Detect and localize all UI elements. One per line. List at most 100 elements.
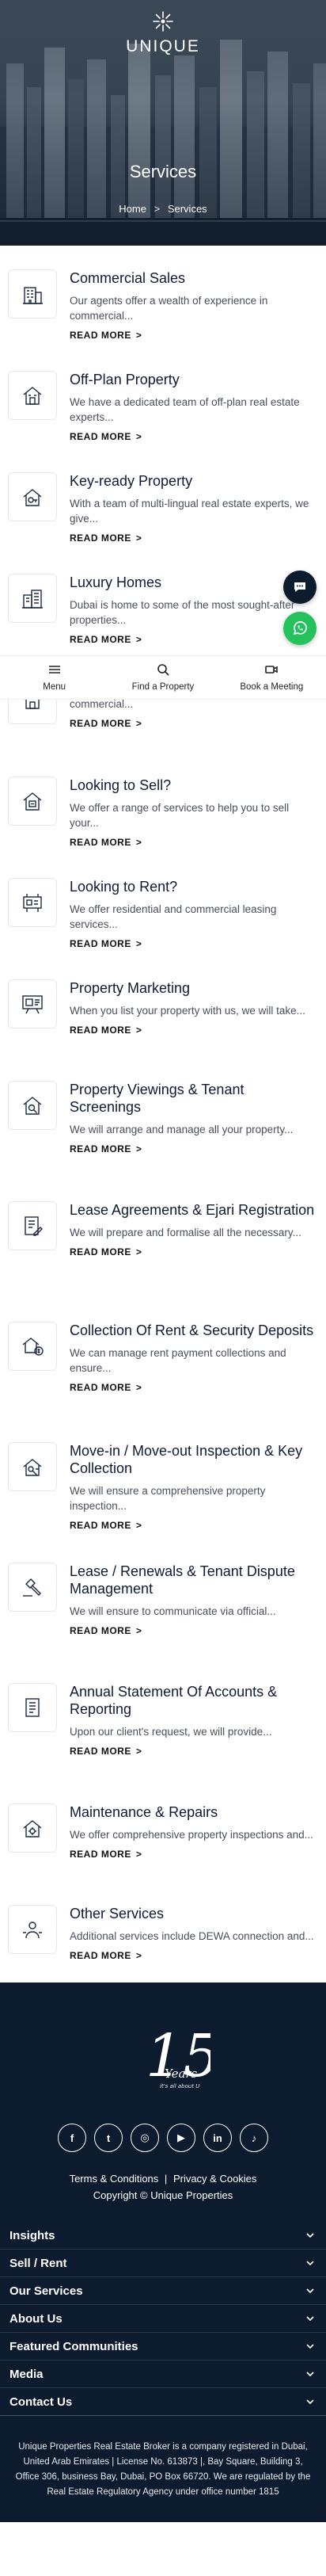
chevron-right-icon: > <box>135 1246 142 1257</box>
search-icon <box>157 664 169 676</box>
service-description: With a team of multi-lingual real estate… <box>70 498 309 525</box>
brand-name: UNIQUE <box>126 37 200 55</box>
service-description: We offer a range of services to help you… <box>70 802 290 829</box>
service-description: We offer comprehensive property inspecti… <box>70 1829 313 1841</box>
chat-button[interactable] <box>283 571 317 604</box>
read-more-link[interactable]: READ MORE > <box>70 1849 142 1860</box>
chevron-right-icon: > <box>135 1950 142 1961</box>
service-title[interactable]: Lease / Renewals & Tenant Dispute Manage… <box>70 1563 315 1597</box>
service-title[interactable]: Looking to Sell? <box>70 777 315 794</box>
chevron-right-icon: > <box>135 718 142 729</box>
accordion-insights[interactable]: Insights <box>0 2222 326 2250</box>
service-title[interactable]: Move-in / Move-out Inspection & Key Coll… <box>70 1442 315 1477</box>
service-description: We will arrange and manage all your prop… <box>70 1124 294 1135</box>
chevron-right-icon: > <box>135 431 142 442</box>
whatsapp-icon <box>293 621 307 635</box>
video-camera-icon <box>265 666 279 674</box>
site-footer: 15 Years it's all about U f t ◎ ▶ in ♪ T… <box>0 1983 326 2522</box>
read-more-link[interactable]: READ MORE > <box>70 718 142 729</box>
read-more-link[interactable]: READ MORE > <box>70 1143 142 1154</box>
service-item-lease-agreements: Lease Agreements & Ejari Registration We… <box>8 1177 315 1298</box>
find-property-label: Find a Property <box>131 682 195 692</box>
chevron-right-icon: > <box>135 1625 142 1636</box>
read-more-link[interactable]: READ MORE > <box>70 1746 142 1757</box>
breadcrumb-home-link[interactable]: Home <box>119 203 146 215</box>
chevron-right-icon: > <box>135 938 142 949</box>
instagram-icon[interactable]: ◎ <box>131 2124 159 2152</box>
twitter-icon[interactable]: t <box>94 2124 123 2152</box>
read-more-link[interactable]: READ MORE > <box>70 1246 142 1257</box>
service-item-other-services: Other Services Additional services inclu… <box>8 1881 315 1983</box>
service-title[interactable]: Lease Agreements & Ejari Registration <box>70 1201 315 1219</box>
off-plan-house-icon <box>8 371 57 420</box>
accordion-about-us[interactable]: About Us <box>0 2305 326 2333</box>
sell-house-icon <box>8 777 57 826</box>
read-more-link[interactable]: READ MORE > <box>70 1382 142 1393</box>
accordion-featured-communities[interactable]: Featured Communities <box>0 2333 326 2360</box>
accordion-our-services[interactable]: Our Services <box>0 2277 326 2305</box>
hero-banner: UNIQUE Services Home > Services <box>0 0 326 246</box>
gavel-icon <box>8 1563 57 1612</box>
logo-word: Years <box>165 2067 198 2081</box>
menu-button[interactable]: Menu <box>0 656 108 693</box>
service-title[interactable]: Maintenance & Repairs <box>70 1803 315 1821</box>
whatsapp-button[interactable] <box>283 612 317 645</box>
service-title[interactable]: Annual Statement Of Accounts & Reporting <box>70 1683 315 1718</box>
service-title[interactable]: Off-Plan Property <box>70 371 315 388</box>
terms-link[interactable]: Terms & Conditions <box>70 2173 159 2185</box>
read-more-link[interactable]: READ MORE > <box>70 1950 142 1961</box>
read-more-link[interactable]: READ MORE > <box>70 634 142 645</box>
facebook-icon[interactable]: f <box>58 2124 86 2152</box>
inspection-icon <box>8 1442 57 1491</box>
find-property-button[interactable]: Find a Property <box>108 656 217 693</box>
read-more-link[interactable]: READ MORE > <box>70 1520 142 1531</box>
youtube-icon[interactable]: ▶ <box>167 2124 195 2152</box>
accordion-media[interactable]: Media <box>0 2360 326 2388</box>
read-more-link[interactable]: READ MORE > <box>70 532 142 544</box>
read-more-link[interactable]: READ MORE > <box>70 938 142 949</box>
service-title[interactable]: Property Viewings & Tenant Screenings <box>70 1081 315 1116</box>
legal-links: Terms & Conditions | Privacy & Cookies <box>0 2173 326 2185</box>
read-more-link[interactable]: READ MORE > <box>70 1625 142 1636</box>
book-meeting-label: Book a Meeting <box>240 682 304 692</box>
chevron-right-icon: > <box>135 1746 142 1757</box>
tiktok-icon[interactable]: ♪ <box>240 2124 268 2152</box>
service-title[interactable]: Other Services <box>70 1905 315 1922</box>
service-description: When you list your property with us, we … <box>70 1005 305 1017</box>
service-title[interactable]: Collection Of Rent & Security Deposits <box>70 1322 315 1339</box>
anniversary-logo: 15 Years it's all about U <box>0 2014 326 2101</box>
accordion-sell-rent[interactable]: Sell / Rent <box>0 2250 326 2277</box>
service-title[interactable]: Luxury Homes <box>70 574 315 591</box>
service-title[interactable]: Key-ready Property <box>70 472 315 490</box>
chevron-right-icon: > <box>135 1849 142 1860</box>
service-title[interactable]: Looking to Rent? <box>70 878 315 895</box>
chevron-right-icon: > <box>135 1025 142 1036</box>
link-separator: | <box>164 2173 168 2185</box>
service-description: Additional services include DEWA connect… <box>70 1930 314 1942</box>
rent-sign-icon <box>8 878 57 927</box>
chevron-down-icon <box>306 2344 314 2349</box>
read-more-link[interactable]: READ MORE > <box>70 431 142 442</box>
accordion-contact-us[interactable]: Contact Us <box>0 2388 326 2416</box>
chevron-down-icon <box>306 2372 314 2377</box>
book-meeting-button[interactable]: Book a Meeting <box>218 656 326 693</box>
brand-logo[interactable]: UNIQUE <box>0 10 326 56</box>
chevron-right-icon: > <box>135 634 142 645</box>
read-more-link[interactable]: READ MORE > <box>70 837 142 848</box>
service-title[interactable]: Property Marketing <box>70 979 315 997</box>
luxury-homes-icon <box>8 574 57 623</box>
read-more-link[interactable]: READ MORE > <box>70 330 142 341</box>
service-description: Upon our client's request, we will provi… <box>70 1726 272 1738</box>
service-title[interactable]: Commercial Sales <box>70 269 315 287</box>
read-more-link[interactable]: READ MORE > <box>70 1025 142 1036</box>
service-item-looking-to-rent: Looking to Rent? We offer residential an… <box>8 854 315 956</box>
chevron-right-icon: > <box>135 330 142 341</box>
service-description: We will prepare and formalise all the ne… <box>70 1227 301 1238</box>
privacy-link[interactable]: Privacy & Cookies <box>173 2173 256 2185</box>
chevron-right-icon: > <box>135 1520 142 1531</box>
chevron-down-icon <box>306 2399 314 2405</box>
chevron-right-icon: > <box>135 1143 142 1154</box>
service-item-rent-collection: Collection Of Rent & Security Deposits W… <box>8 1298 315 1418</box>
service-description: We will ensure to communicate via offici… <box>70 1605 276 1617</box>
linkedin-icon[interactable]: in <box>203 2124 232 2152</box>
